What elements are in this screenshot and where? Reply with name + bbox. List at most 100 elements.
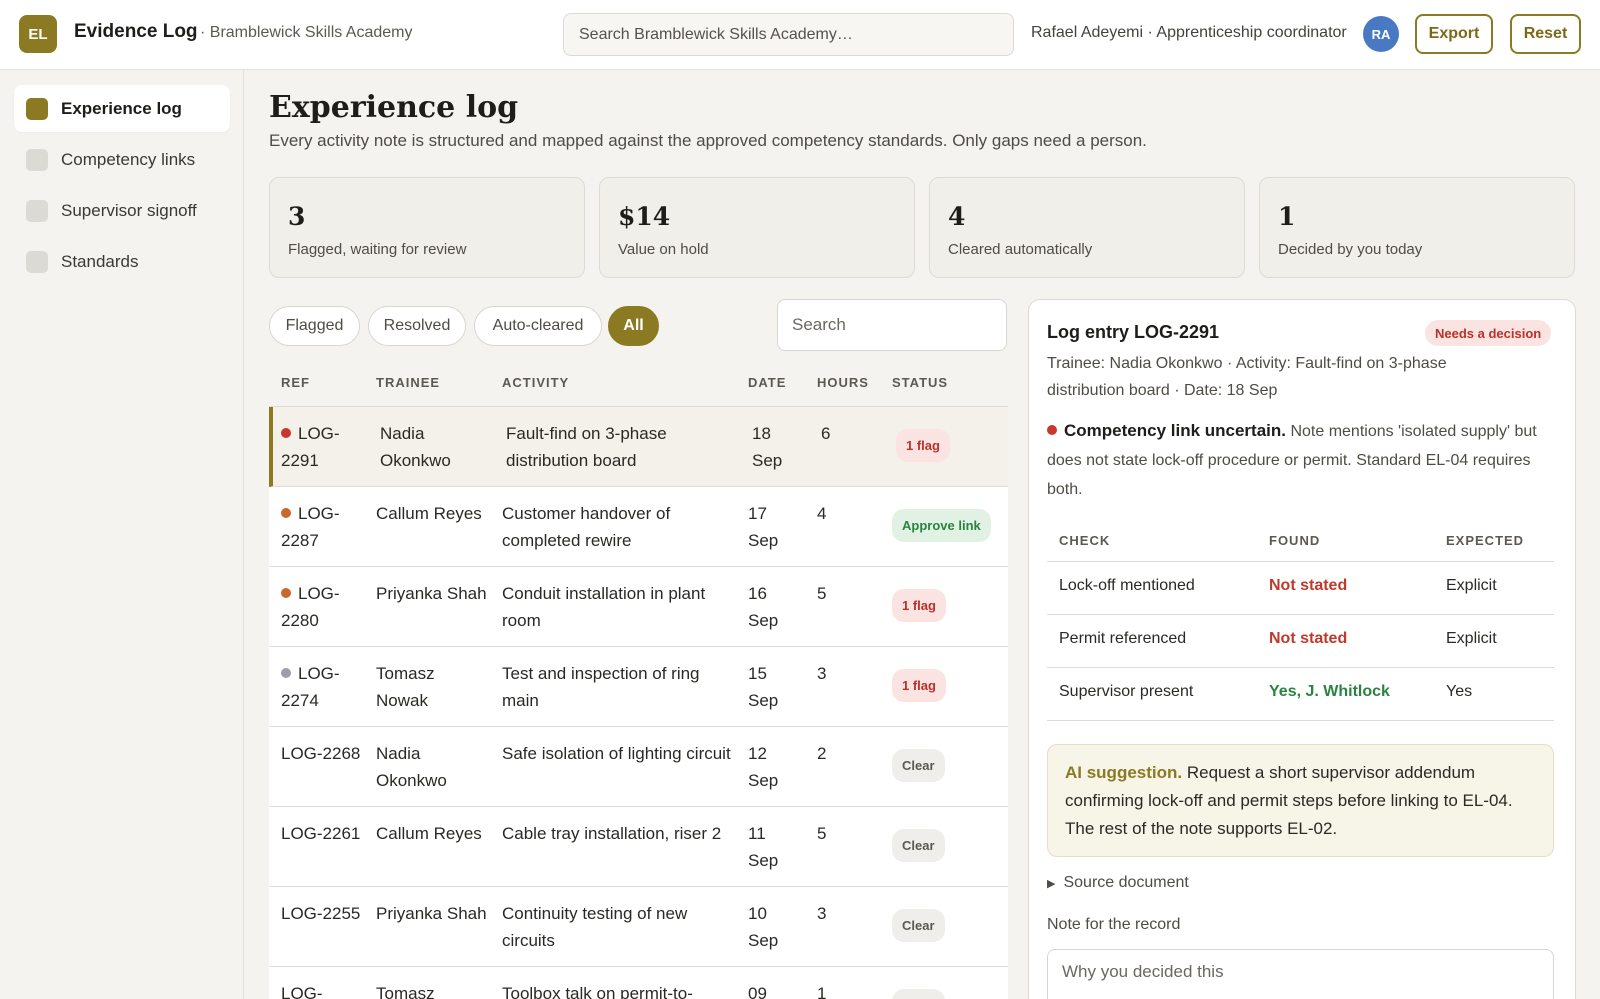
page-title: Experience log [269, 90, 519, 125]
square-icon [26, 199, 48, 222]
user-info: Rafael Adeyemi · Apprenticeship coordina… [1031, 24, 1347, 41]
row-ref: LOG-2291 [281, 420, 363, 474]
row-hours-text: 5 [817, 584, 827, 603]
row-date-text: 09 [748, 984, 767, 999]
status-badge: Needs a decision [1425, 320, 1552, 346]
stat-card-decided: 1 Decided by you today [1259, 177, 1575, 278]
row-ref: LOG-2287 [281, 500, 363, 554]
note-label: Note for the record [1047, 916, 1181, 933]
table-row[interactable]: LOG-2255 Priyanka Shah Continuity testing … [269, 887, 1008, 967]
row-status: Clear [892, 989, 945, 999]
row-trainee: Nadia Okonkwo [376, 740, 488, 794]
check-row: Supervisor present Yes, J. Whitlock Yes [1047, 668, 1554, 721]
source-document-toggle[interactable]: ▶ Source document [1047, 874, 1189, 892]
row-activity: Fault-find on 3-phase distribution board [506, 420, 736, 474]
row-trainee: Priyanka Shah [376, 900, 488, 927]
stat-label: Flagged, waiting for review [288, 241, 467, 258]
check-expected: Yes [1446, 683, 1473, 700]
row-date: 17 Sep [748, 500, 798, 554]
column-header-hours[interactable]: HOURS [817, 375, 869, 390]
row-hours: 3 [817, 660, 857, 687]
row-trainee-text: Callum Reyes [376, 504, 482, 523]
sidebar-item-supervisor-signoff[interactable]: Supervisor signoff [14, 187, 230, 234]
column-header-activity[interactable]: ACTIVITY [502, 375, 569, 390]
filter-pill-all[interactable]: All [608, 306, 659, 346]
status-badge: 1 flag [892, 589, 946, 622]
row-ref: LOG-2274 [281, 660, 363, 714]
export-button[interactable]: Export [1415, 14, 1493, 54]
status-badge[interactable]: Approve link [892, 509, 991, 542]
stat-value: 3 [288, 202, 306, 231]
status-badge: Clear [892, 749, 945, 782]
row-hours-text: 4 [817, 504, 827, 523]
note-input[interactable] [1047, 949, 1554, 999]
row-hours: 2 [817, 740, 857, 767]
filter-pill-flagged[interactable]: Flagged [269, 306, 360, 346]
stat-card-cleared: 4 Cleared automatically [929, 177, 1245, 278]
row-status: Clear [892, 909, 945, 942]
row-activity-text: Continuity testing of new circuits [502, 904, 688, 950]
table-row[interactable]: LOG-2280 Priyanka Shah Conduit installatio… [269, 567, 1008, 647]
check-expected: Explicit [1446, 577, 1497, 594]
row-activity-text: Safe isolation of lighting circuit [502, 744, 731, 763]
sidebar-item-label: Competency links [61, 149, 196, 169]
row-activity: Customer handover of completed rewire [502, 500, 732, 554]
row-trainee-text: Nadia Okonkwo [376, 744, 447, 790]
top-bar: EL Evidence Log · Bramblewick Skills Aca… [0, 0, 1600, 70]
filter-pill-resolved[interactable]: Resolved [368, 306, 466, 346]
status-badge: Clear [892, 989, 945, 999]
table-row[interactable]: LOG-2287 Callum Reyes Customer handover of… [269, 487, 1008, 567]
org-name: · Bramblewick Skills Academy [200, 24, 413, 41]
status-dot-icon [281, 428, 291, 438]
detail-panel: Log entry LOG-2291 Needs a decision Trai… [1028, 299, 1576, 999]
check-name: Supervisor present [1059, 683, 1194, 700]
status-dot-icon [281, 588, 291, 598]
row-hours-text: 5 [817, 824, 827, 843]
sidebar-item-competency-links[interactable]: Competency links [14, 136, 230, 183]
row-date-text: 12 Sep [748, 744, 779, 790]
row-activity-text: Conduit installation in plant room [502, 584, 706, 630]
table-row[interactable]: LOG-2261 Callum Reyes Cable tray installat… [269, 807, 1008, 887]
source-document-label: Source document [1063, 874, 1189, 891]
detail-meta: Trainee: Nadia Okonkwo · Activity: Fault… [1047, 355, 1447, 399]
row-trainee: Callum Reyes [376, 820, 488, 847]
table-row[interactable]: LOG-2274 Tomasz Nowak Test and inspection … [269, 647, 1008, 727]
checks-header: CHECK FOUND EXPECTED [1047, 522, 1554, 562]
table-row[interactable]: LOG-2268 Nadia Okonkwo Safe isolation of l… [269, 727, 1008, 807]
sidebar-item-experience-log[interactable]: Experience log [14, 85, 230, 132]
square-icon [26, 250, 48, 273]
column-header-trainee[interactable]: TRAINEE [376, 375, 440, 390]
checks-header-found: FOUND [1269, 533, 1321, 548]
filter-pill-auto-cleared[interactable]: Auto-cleared [474, 306, 602, 346]
check-row: Permit referenced Not stated Explicit [1047, 615, 1554, 668]
row-trainee: Callum Reyes [376, 500, 488, 527]
stat-card-value-on-hold: $14 Value on hold [599, 177, 915, 278]
row-ref-text: LOG- [281, 984, 323, 999]
column-header-date[interactable]: DATE [748, 375, 786, 390]
column-header-ref[interactable]: REF [281, 375, 310, 390]
row-date-text: 18 Sep [752, 424, 783, 470]
row-trainee-text: Priyanka Shah [376, 904, 487, 923]
row-status: 1 flag [896, 429, 950, 462]
column-header-status[interactable]: STATUS [892, 375, 948, 390]
row-hours-text: 3 [817, 904, 827, 923]
global-search-input[interactable] [563, 13, 1014, 56]
row-hours: 3 [817, 900, 857, 927]
table-row[interactable]: LOG- Tomasz Toolbox talk on permit-to- 09 1 C… [269, 967, 1008, 999]
row-trainee-text: Priyanka Shah [376, 584, 487, 603]
log-table: REF TRAINEE ACTIVITY DATE HOURS STATUS L… [269, 365, 1008, 999]
detail-title: Log entry LOG-2291 [1047, 322, 1220, 342]
checks-header-expected: EXPECTED [1446, 533, 1525, 548]
row-hours-text: 6 [821, 424, 831, 443]
reset-button[interactable]: Reset [1510, 14, 1581, 54]
row-hours: 6 [821, 420, 861, 447]
sidebar-item-standards[interactable]: Standards [14, 238, 230, 285]
table-search-input[interactable] [777, 299, 1007, 351]
ai-suggestion: AI suggestion. Request a short superviso… [1047, 744, 1554, 857]
row-date: 11 Sep [748, 820, 798, 874]
table-row[interactable]: LOG-2291 Nadia Okonkwo Fault-find on 3-pha… [269, 407, 1008, 487]
row-trainee: Tomasz Nowak [376, 660, 488, 714]
row-ref: LOG- [281, 980, 363, 999]
avatar[interactable]: RA [1363, 16, 1399, 52]
row-date-text: 15 Sep [748, 664, 779, 710]
